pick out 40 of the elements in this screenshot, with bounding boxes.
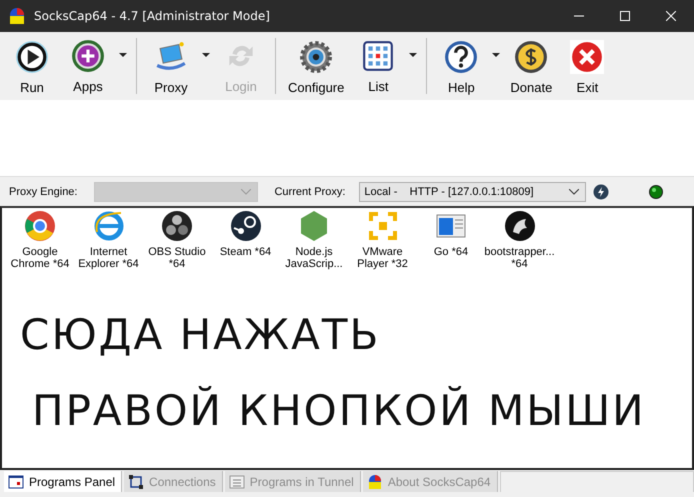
app-logo-icon [366,474,383,490]
toolbar-button[interactable]: Donate [503,32,560,100]
gear-icon [299,40,334,74]
current-proxy-dropdown[interactable]: Local - HTTP - [127.0.0.1:10809] [359,182,586,202]
status-light-icon [649,184,664,198]
program-label[interactable]: bootstrapper... *64 [482,246,556,270]
browser-e-icon[interactable] [92,210,124,242]
play-icon [15,40,49,74]
chevron-icon [569,188,580,194]
current-proxy-label: Current Proxy: [274,186,346,198]
grid-icon [361,39,396,73]
toolbar-button[interactable]: Help [433,32,504,100]
maximize-icon[interactable] [620,11,630,21]
list-icon [228,474,245,490]
close-icon[interactable] [666,11,676,21]
lightning-icon[interactable] [593,184,610,200]
toolbar-button[interactable]: Run [4,32,60,100]
proxy-engine-label: Proxy Engine: [9,186,78,198]
toolbar-button[interactable]: Proxy [143,32,213,100]
plus-icon [71,39,105,73]
caret-icon[interactable] [492,53,500,57]
close-icon [570,40,604,74]
window-title: SocksCap64 - 4.7 [Administrator Mode] [34,9,271,23]
panel-tab[interactable]: Programs Panel [4,471,122,492]
help-icon [444,40,478,74]
caret-icon[interactable] [409,53,418,57]
hexagon-icon[interactable] [298,210,330,242]
toolbar-button[interactable]: Exit [559,32,616,100]
toolbar-button[interactable]: Configure [282,32,350,100]
app-logo-icon [8,7,26,25]
connections-icon [128,474,144,490]
caret-icon[interactable] [119,53,127,57]
toolbar-button[interactable]: List [350,38,428,94]
handwritten-note: СЮДА НАЖАТЬ [20,310,382,360]
toolbar-button[interactable]: Apps [60,38,137,94]
caret-icon[interactable] [202,53,210,57]
handwritten-note: ПРАВОЙ КНОПКОЙ МЫШИ [32,386,647,436]
window-icon [8,474,24,490]
chevron-icon [241,188,252,194]
dollar-coin-icon [514,40,548,74]
